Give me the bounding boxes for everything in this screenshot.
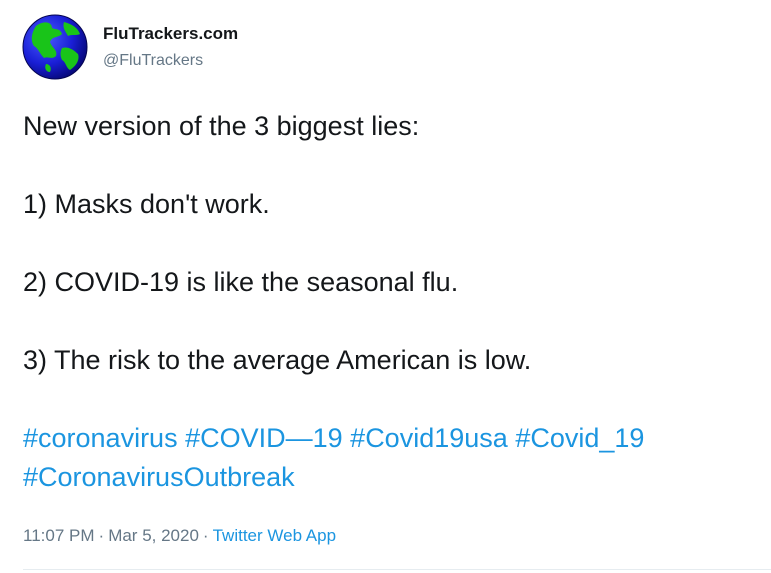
timestamp-date[interactable]: Mar 5, 2020	[108, 526, 199, 545]
hashtag-link[interactable]: #COVID—19	[185, 423, 343, 453]
tweet-line: 1) Masks don't work.	[23, 189, 270, 219]
author-info: FluTrackers.com @FluTrackers	[103, 23, 238, 72]
display-name[interactable]: FluTrackers.com	[103, 23, 238, 45]
divider	[23, 569, 771, 570]
hashtag-link[interactable]: #CoronavirusOutbreak	[23, 462, 295, 492]
meta-separator: ·	[202, 526, 209, 545]
handle[interactable]: @FluTrackers	[103, 50, 238, 72]
tweet-line: 2) COVID-19 is like the seasonal flu.	[23, 267, 459, 297]
hashtag-link[interactable]: #coronavirus	[23, 423, 178, 453]
meta-separator: ·	[98, 526, 105, 545]
tweet-card: FluTrackers.com @FluTrackers New version…	[0, 0, 771, 573]
tweet-text: New version of the 3 biggest lies: 1) Ma…	[23, 107, 763, 497]
avatar[interactable]	[22, 14, 88, 80]
hashtag-link[interactable]: #Covid_19	[515, 423, 644, 453]
timestamp-time[interactable]: 11:07 PM	[23, 526, 95, 545]
tweet-meta: 11:07 PM · Mar 5, 2020 · Twitter Web App	[23, 525, 336, 547]
tweet-line: New version of the 3 biggest lies:	[23, 111, 420, 141]
tweet-line: 3) The risk to the average American is l…	[23, 345, 532, 375]
hashtag-list: #coronavirus #COVID—19 #Covid19usa #Covi…	[23, 419, 763, 497]
globe-icon	[22, 14, 88, 80]
hashtag-link[interactable]: #Covid19usa	[350, 423, 508, 453]
source-link[interactable]: Twitter Web App	[213, 526, 336, 545]
